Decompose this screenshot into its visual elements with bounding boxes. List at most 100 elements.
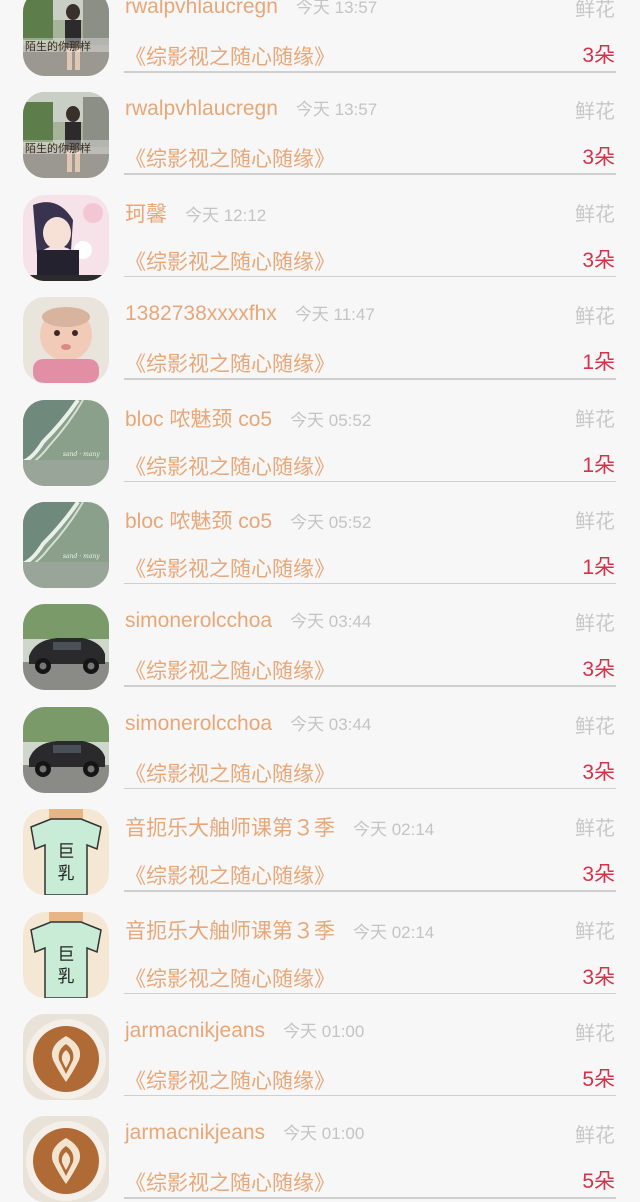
username-link[interactable]: rwalpvhlaucregn 今天 13:57 [125, 95, 377, 121]
gift-count: 1朵 [582, 555, 615, 579]
row-divider [124, 1197, 616, 1199]
work-title-link[interactable]: 《综影视之随心随缘》 [125, 143, 335, 173]
gift-type-label: 鲜花 [575, 818, 615, 841]
gift-count: 3朵 [582, 863, 615, 887]
svg-text:陌生的你那样: 陌生的你那样 [25, 141, 91, 155]
gift-count: 3朵 [582, 44, 615, 67]
timestamp: 今天 05:52 [290, 512, 372, 532]
timestamp: 今天 13:57 [295, 0, 378, 17]
gift-type-label: 鲜花 [575, 203, 615, 226]
cartoon-shirt-avatar[interactable]: 巨乳 [23, 809, 109, 896]
work-title-link[interactable]: 《综影视之随心随缘》 [125, 451, 335, 481]
gift-count: 5朵 [582, 1170, 615, 1194]
username[interactable]: rwalpvhlaucregn [125, 97, 278, 120]
timestamp: 今天 12:12 [185, 205, 267, 225]
gift-record-row[interactable]: simonerolcchoa 今天 03:44 鲜花 《综影视之随心随缘》 3朵 [0, 584, 640, 691]
work-title-link[interactable]: 《综影视之随心随缘》 [125, 963, 335, 993]
gift-type-label: 鲜花 [575, 101, 615, 124]
car-avatar[interactable] [23, 604, 109, 691]
latte-art-avatar[interactable] [23, 1116, 109, 1202]
timestamp: 今天 05:52 [290, 410, 372, 430]
username-link[interactable]: jarmacnikjeans 今天 01:00 [125, 1119, 364, 1145]
gift-type-label: 鲜花 [575, 510, 615, 533]
work-title-link[interactable]: 《综影视之随心随缘》 [125, 758, 335, 788]
gift-record-row[interactable]: 巨乳 音扼乐大舳师课第３季 今天 02:14 鲜花 《综影视之随心随缘》 3朵 [0, 789, 640, 896]
street-photo-avatar[interactable]: 陌生的你那样 [23, 0, 109, 76]
username[interactable]: jarmacnikjeans [125, 1121, 265, 1144]
username-link[interactable]: 珂馨 今天 12:12 [125, 198, 266, 228]
username-link[interactable]: simonerolcchoa 今天 03:44 [125, 710, 371, 736]
gift-type-label: 鲜花 [575, 408, 615, 431]
work-title-link[interactable]: 《综影视之随心随缘》 [125, 655, 335, 685]
gift-count: 3朵 [582, 146, 615, 170]
svg-text:sand · many: sand · many [63, 451, 100, 458]
username[interactable]: rwalpvhlaucregn [125, 0, 278, 18]
username[interactable]: 音扼乐大舳师课第３季 [125, 920, 335, 943]
work-title-link[interactable]: 《综影视之随心随缘》 [125, 246, 335, 276]
username[interactable]: bloc 哝魅颈 co5 [125, 510, 272, 533]
svg-text:巨: 巨 [58, 842, 75, 862]
timestamp: 今天 11:47 [294, 305, 375, 325]
gift-record-row[interactable]: jarmacnikjeans 今天 01:00 鲜花 《综影视之随心随缘》 5朵 [0, 994, 640, 1100]
baby-avatar[interactable] [23, 297, 109, 384]
username-link[interactable]: jarmacnikjeans 今天 01:00 [125, 1017, 364, 1043]
gift-record-row[interactable]: 珂馨 今天 12:12 鲜花 《综影视之随心随缘》 3朵 [0, 175, 640, 281]
gift-record-row[interactable]: sand · many bloc 哝魅颈 co5 今天 05:52 鲜花 《综影视… [0, 380, 640, 486]
gift-record-list: 陌生的你那样 rwalpvhlaucregn 今天 13:57 鲜花 《综影视之随… [0, 0, 640, 1202]
username[interactable]: 音扼乐大舳师课第３季 [125, 817, 335, 840]
gift-record-row[interactable]: simonerolcchoa 今天 03:44 鲜花 《综影视之随心随缘》 3朵 [0, 687, 640, 793]
street-photo-avatar[interactable]: 陌生的你那样 [23, 92, 109, 179]
gift-count: 1朵 [582, 351, 615, 375]
beach-avatar[interactable]: sand · many [23, 501, 109, 588]
gift-record-row[interactable]: sand · many bloc 哝魅颈 co5 今天 05:52 鲜花 《综影视… [0, 482, 640, 588]
gift-count: 3朵 [582, 248, 615, 272]
cartoon-shirt-avatar[interactable]: 巨乳 [23, 911, 109, 998]
work-title-link[interactable]: 《综影视之随心随缘》 [125, 860, 335, 890]
timestamp: 今天 01:00 [283, 1124, 365, 1144]
anime-avatar[interactable] [23, 194, 109, 281]
gift-type-label: 鲜花 [575, 1125, 615, 1148]
gift-type-label: 鲜花 [575, 1022, 615, 1045]
username-link[interactable]: bloc 哝魅颈 co5 今天 05:52 [125, 403, 371, 433]
gift-record-row[interactable]: 巨乳 音扼乐大舳师课第３季 今天 02:14 鲜花 《综影视之随心随缘》 3朵 [0, 892, 640, 998]
username[interactable]: bloc 哝魅颈 co5 [125, 408, 272, 431]
gift-count: 3朵 [582, 965, 615, 989]
username-link[interactable]: 音扼乐大舳师课第３季 今天 02:14 [125, 812, 434, 842]
timestamp: 今天 03:44 [290, 714, 372, 734]
gift-record-row[interactable]: 1382738xxxxfhx 今天 11:47 鲜花 《综影视之随心随缘》 1朵 [0, 277, 640, 384]
username-link[interactable]: 音扼乐大舳师课第３季 今天 02:14 [125, 915, 434, 945]
username[interactable]: jarmacnikjeans [125, 1019, 265, 1042]
gift-record-row[interactable]: 陌生的你那样 rwalpvhlaucregn 今天 13:57 鲜花 《综影视之随… [0, 72, 640, 179]
username-link[interactable]: rwalpvhlaucregn 今天 13:57 [125, 0, 377, 19]
work-title-link[interactable]: 《综影视之随心随缘》 [125, 348, 335, 378]
username-link[interactable]: 1382738xxxxfhx 今天 11:47 [125, 300, 375, 326]
username[interactable]: simonerolcchoa [125, 712, 272, 735]
svg-text:乳: 乳 [58, 967, 75, 987]
timestamp: 今天 03:44 [290, 612, 372, 632]
work-title-link[interactable]: 《综影视之随心随缘》 [125, 1167, 335, 1197]
work-title-link[interactable]: 《综影视之随心随缘》 [125, 553, 335, 583]
gift-type-label: 鲜花 [575, 306, 615, 329]
username-link[interactable]: bloc 哝魅颈 co5 今天 05:52 [125, 505, 371, 535]
username[interactable]: 珂馨 [125, 203, 167, 226]
timestamp: 今天 01:00 [283, 1021, 365, 1041]
latte-art-avatar[interactable] [23, 1013, 109, 1100]
timestamp: 今天 02:14 [353, 820, 435, 840]
svg-text:陌生的你那样: 陌生的你那样 [25, 39, 91, 53]
gift-type-label: 鲜花 [575, 920, 615, 943]
gift-record-row[interactable]: 陌生的你那样 rwalpvhlaucregn 今天 13:57 鲜花 《综影视之随… [0, 0, 640, 76]
work-title-link[interactable]: 《综影视之随心随缘》 [125, 1065, 335, 1095]
gift-count: 5朵 [582, 1067, 615, 1091]
username-link[interactable]: simonerolcchoa 今天 03:44 [125, 607, 371, 633]
username[interactable]: simonerolcchoa [125, 609, 272, 632]
car-avatar[interactable] [23, 706, 109, 793]
gift-count: 1朵 [582, 453, 615, 477]
work-title-link[interactable]: 《综影视之随心随缘》 [125, 41, 335, 71]
gift-count: 3朵 [582, 658, 615, 682]
username[interactable]: 1382738xxxxfhx [125, 302, 277, 325]
gift-record-row[interactable]: jarmacnikjeans 今天 01:00 鲜花 《综影视之随心随缘》 5朵 [0, 1096, 640, 1202]
timestamp: 今天 13:57 [295, 100, 378, 120]
beach-avatar[interactable]: sand · many [23, 399, 109, 486]
timestamp: 今天 02:14 [353, 922, 435, 942]
gift-type-label: 鲜花 [575, 0, 615, 21]
